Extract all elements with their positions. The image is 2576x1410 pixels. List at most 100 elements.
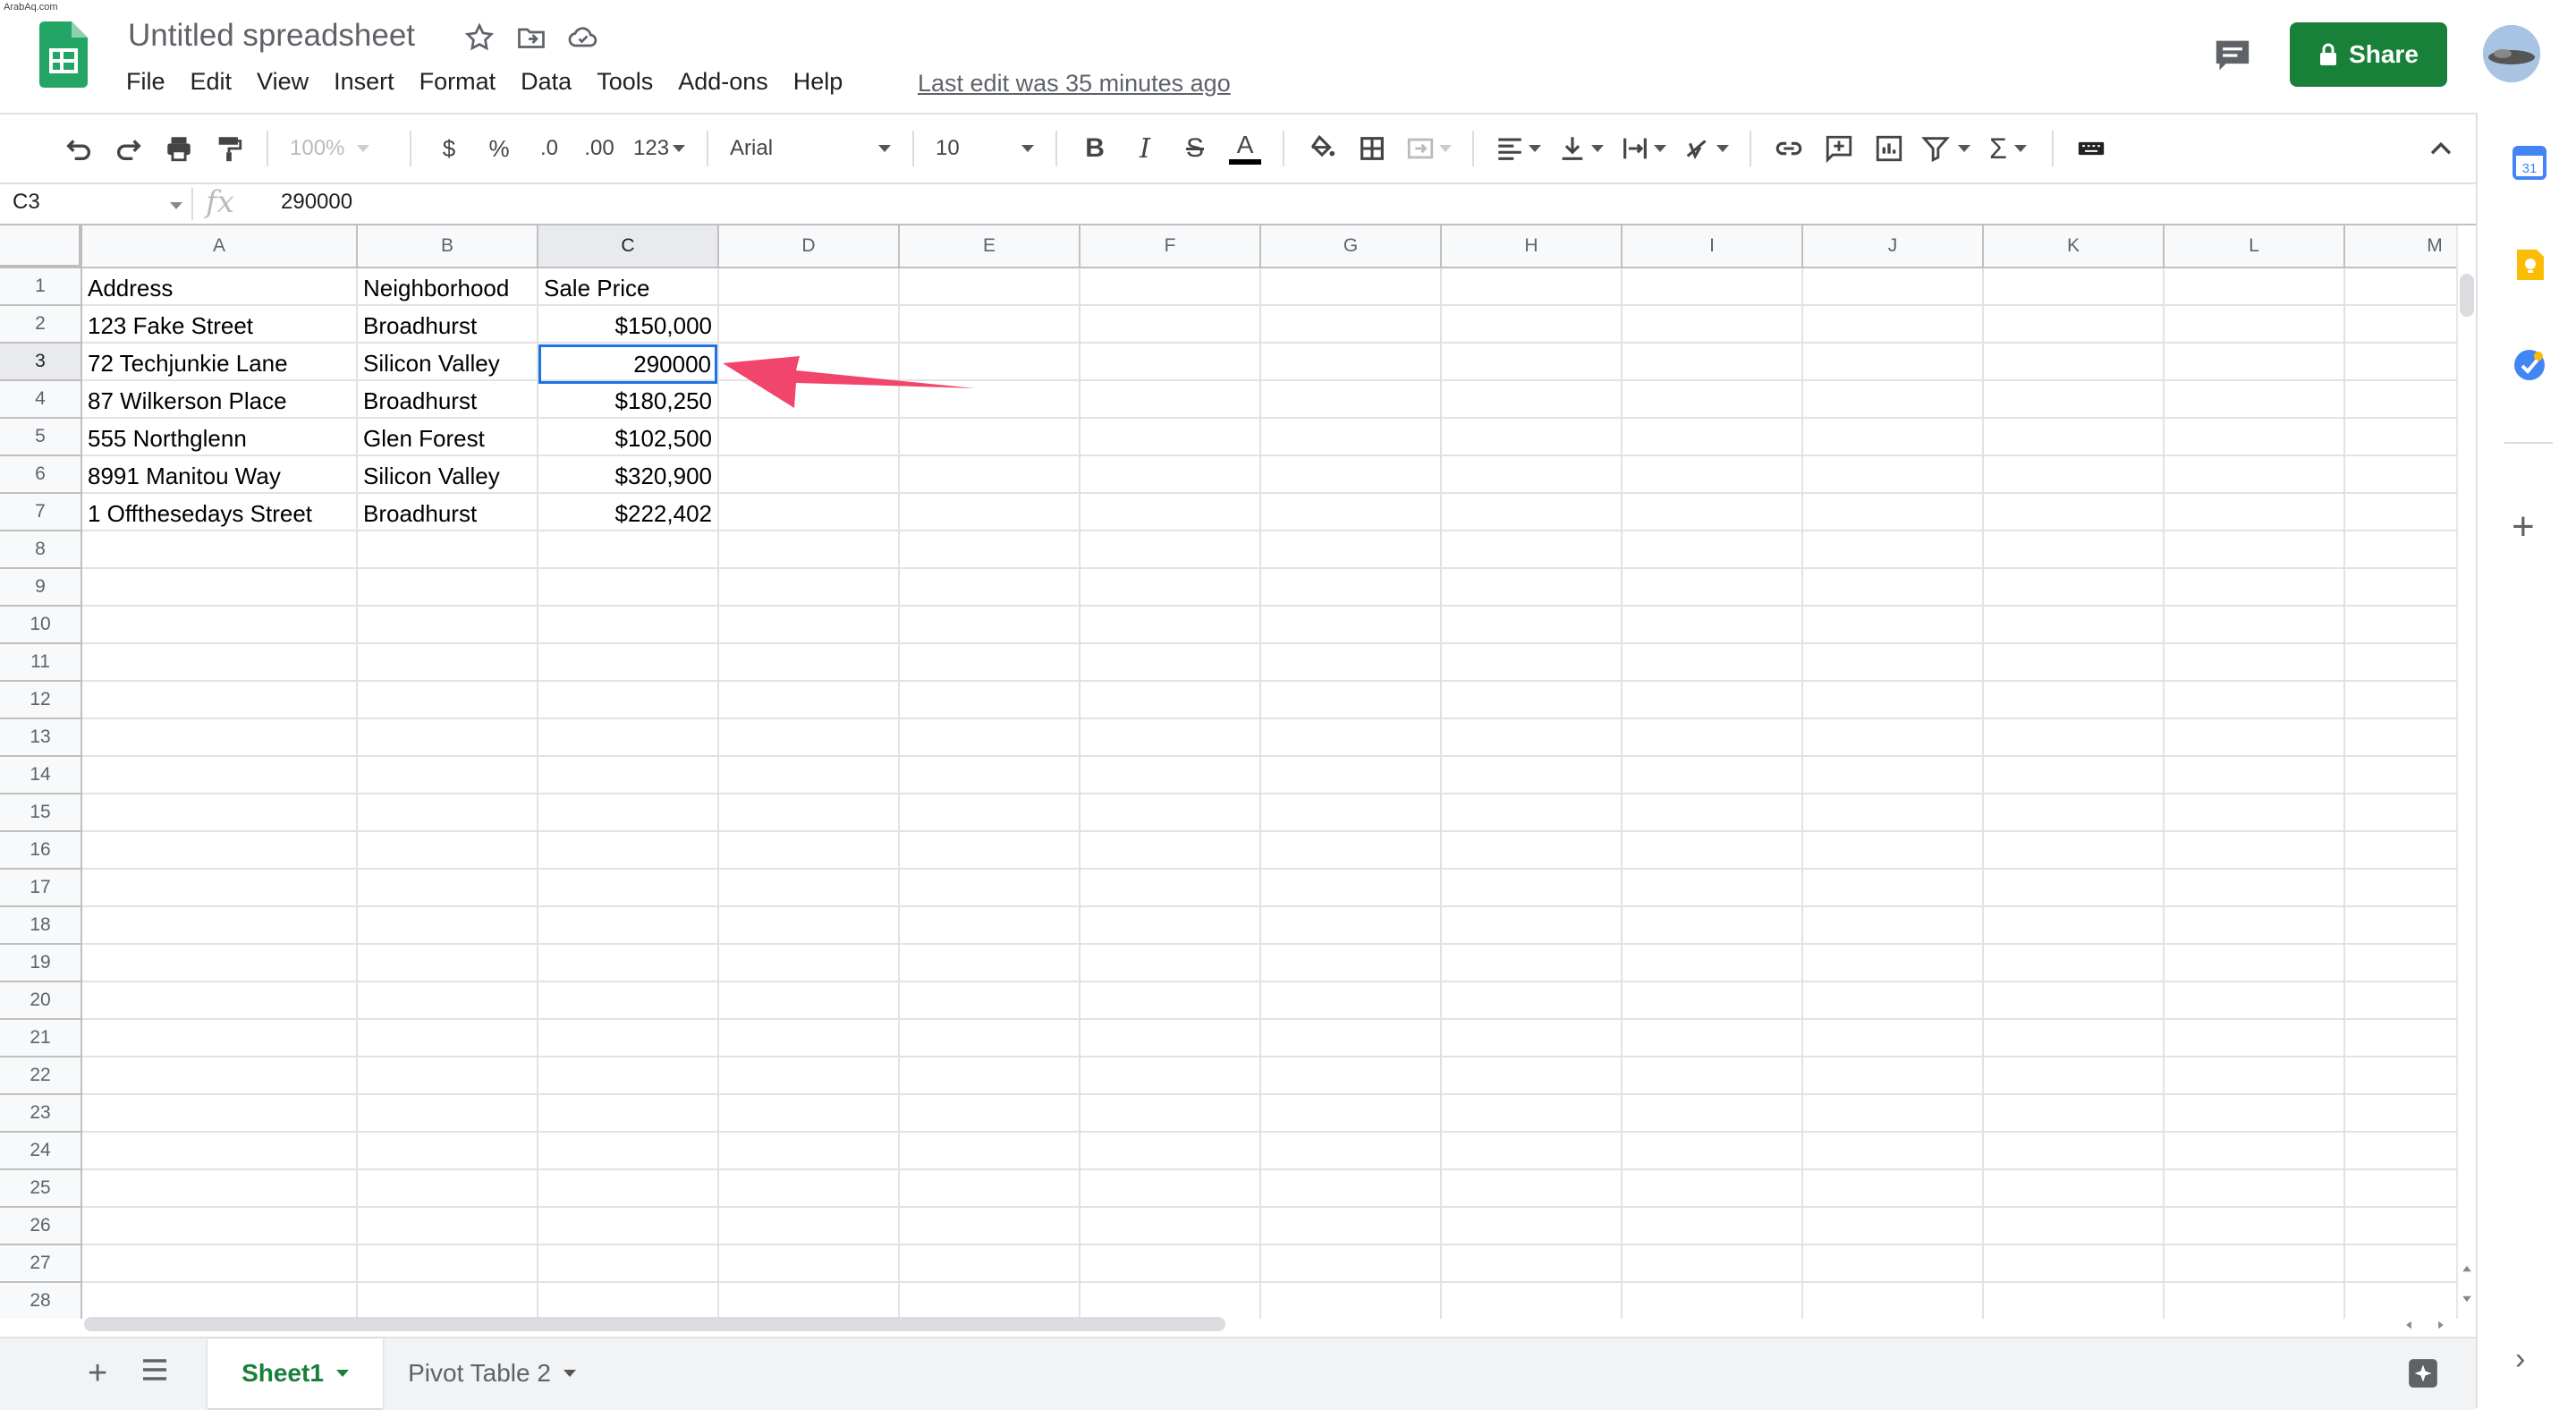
row-header-14[interactable]: 14 (0, 757, 82, 794)
input-tools-button[interactable] (2066, 123, 2116, 174)
formula-input[interactable]: 290000 (281, 190, 352, 215)
spreadsheet-grid[interactable]: A B C D E F G H I J K L M 1 2 3 4 5 6 7 … (0, 225, 2458, 1319)
menu-data[interactable]: Data (521, 68, 572, 96)
row-header-19[interactable]: 19 (0, 945, 82, 982)
add-sheet-icon[interactable]: + (88, 1355, 107, 1393)
cell-a5[interactable]: 555 Northglenn (88, 420, 247, 457)
strikethrough-button[interactable]: S (1170, 123, 1220, 174)
cell-c4[interactable]: $180,250 (540, 382, 712, 420)
row-header-2[interactable]: 2 (0, 306, 82, 344)
get-addons-icon[interactable]: + (2512, 505, 2535, 549)
font-size-select[interactable]: 10 (927, 136, 1043, 161)
cell-c5[interactable]: $102,500 (540, 420, 712, 457)
print-button[interactable] (154, 123, 204, 174)
functions-button[interactable]: Σ (1977, 123, 2039, 174)
cell-b4[interactable]: Broadhurst (363, 382, 477, 420)
move-folder-icon[interactable] (515, 21, 547, 54)
cell-c1[interactable]: Sale Price (544, 269, 650, 307)
scroll-right-icon[interactable] (2435, 1319, 2447, 1331)
row-header-26[interactable]: 26 (0, 1208, 82, 1245)
share-button[interactable]: Share (2290, 22, 2447, 87)
scroll-left-icon[interactable] (2402, 1319, 2415, 1331)
cell-b6[interactable]: Silicon Valley (363, 457, 500, 495)
name-box[interactable]: C3 (13, 190, 174, 215)
column-header-f[interactable]: F (1080, 225, 1261, 268)
row-header-4[interactable]: 4 (0, 381, 82, 419)
column-header-j[interactable]: J (1803, 225, 1984, 268)
comments-icon[interactable] (2213, 38, 2252, 73)
more-formats-select[interactable]: 123 (624, 136, 694, 161)
account-avatar[interactable] (2483, 25, 2540, 82)
column-header-i[interactable]: I (1623, 225, 1803, 268)
explore-icon[interactable] (2406, 1356, 2440, 1390)
row-header-13[interactable]: 13 (0, 719, 82, 757)
fill-color-button[interactable] (1297, 123, 1347, 174)
row-header-20[interactable]: 20 (0, 982, 82, 1020)
cell-c6[interactable]: $320,900 (540, 457, 712, 495)
cell-b3[interactable]: Silicon Valley (363, 344, 500, 382)
keep-icon[interactable] (2512, 247, 2547, 283)
cell-b5[interactable]: Glen Forest (363, 420, 485, 457)
currency-format-button[interactable]: $ (424, 123, 474, 174)
decrease-decimals-button[interactable]: .0 (524, 123, 574, 174)
cell-b2[interactable]: Broadhurst (363, 307, 477, 344)
column-header-c[interactable]: C (538, 225, 719, 268)
collapse-toolbar-icon[interactable] (2426, 134, 2456, 165)
row-header-27[interactable]: 27 (0, 1245, 82, 1283)
row-header-15[interactable]: 15 (0, 794, 82, 832)
row-header-24[interactable]: 24 (0, 1133, 82, 1170)
tasks-icon[interactable] (2512, 347, 2547, 383)
calendar-icon[interactable]: 31 (2512, 145, 2547, 181)
vertical-align-button[interactable] (1549, 123, 1612, 174)
sheets-logo-icon[interactable] (39, 21, 88, 88)
menu-addons[interactable]: Add-ons (678, 68, 768, 96)
percent-format-button[interactable]: % (474, 123, 524, 174)
cell-c3-editor[interactable]: 290000 (633, 347, 711, 381)
insert-chart-button[interactable] (1864, 123, 1914, 174)
merge-cells-button[interactable] (1397, 123, 1460, 174)
row-header-10[interactable]: 10 (0, 607, 82, 644)
insert-comment-button[interactable] (1814, 123, 1864, 174)
column-header-e[interactable]: E (900, 225, 1080, 268)
cell-b7[interactable]: Broadhurst (363, 495, 477, 532)
scroll-down-icon[interactable] (2460, 1292, 2474, 1306)
text-wrapping-button[interactable] (1612, 123, 1674, 174)
last-edit-link[interactable]: Last edit was 35 minutes ago (918, 70, 1231, 98)
tab-sheet1-caret[interactable] (335, 1370, 349, 1377)
star-icon[interactable] (463, 21, 496, 54)
menu-edit[interactable]: Edit (191, 68, 233, 96)
menu-format[interactable]: Format (419, 68, 496, 96)
row-header-16[interactable]: 16 (0, 832, 82, 870)
row-header-21[interactable]: 21 (0, 1020, 82, 1058)
text-rotation-button[interactable] (1674, 123, 1737, 174)
cell-a3[interactable]: 72 Techjunkie Lane (88, 344, 288, 382)
cell-a1[interactable]: Address (88, 269, 173, 307)
row-header-18[interactable]: 18 (0, 907, 82, 945)
cell-a2[interactable]: 123 Fake Street (88, 307, 253, 344)
menu-view[interactable]: View (257, 68, 309, 96)
row-header-7[interactable]: 7 (0, 494, 82, 531)
row-header-22[interactable]: 22 (0, 1058, 82, 1095)
menu-file[interactable]: File (126, 68, 165, 96)
cell-b1[interactable]: Neighborhood (363, 269, 509, 307)
row-header-25[interactable]: 25 (0, 1170, 82, 1208)
cell-a4[interactable]: 87 Wilkerson Place (88, 382, 287, 420)
redo-button[interactable] (104, 123, 154, 174)
column-header-b[interactable]: B (358, 225, 538, 268)
italic-button[interactable]: I (1120, 123, 1170, 174)
column-header-g[interactable]: G (1261, 225, 1442, 268)
insert-link-button[interactable] (1764, 123, 1814, 174)
row-header-6[interactable]: 6 (0, 456, 82, 494)
row-header-5[interactable]: 5 (0, 419, 82, 456)
row-header-11[interactable]: 11 (0, 644, 82, 682)
row-header-28[interactable]: 28 (0, 1283, 82, 1319)
font-select[interactable]: Arial (721, 136, 900, 161)
row-header-12[interactable]: 12 (0, 682, 82, 719)
tab-pivot-table-2-caret[interactable] (563, 1370, 576, 1377)
increase-decimals-button[interactable]: .00 (574, 123, 624, 174)
cell-a7[interactable]: 1 Offthesedays Street (88, 495, 312, 532)
column-header-a[interactable]: A (82, 225, 358, 268)
menu-insert[interactable]: Insert (334, 68, 394, 96)
filter-button[interactable] (1914, 123, 1977, 174)
column-header-l[interactable]: L (2165, 225, 2345, 268)
